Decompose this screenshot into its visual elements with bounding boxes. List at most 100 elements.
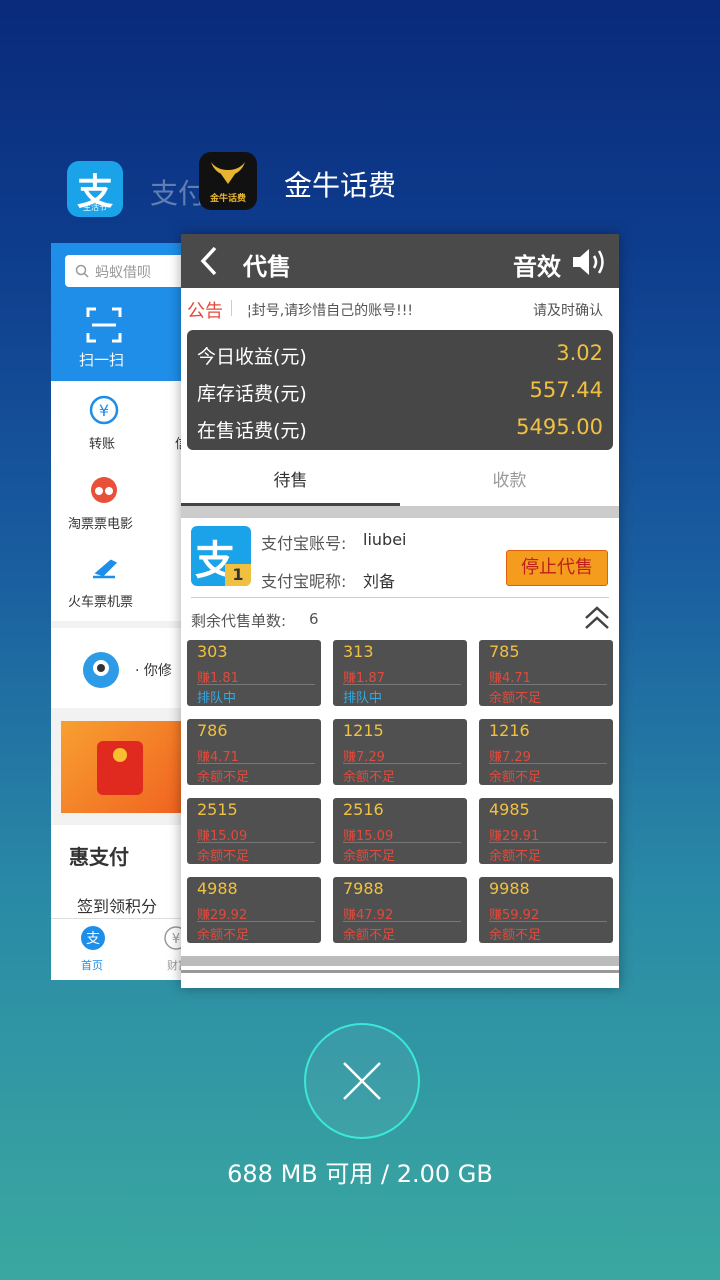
order-cell[interactable]: 303 赚1.81 排队中: [187, 640, 321, 706]
order-cell[interactable]: 2516 赚15.09 余额不足: [333, 798, 467, 864]
mascot-icon: [83, 652, 119, 688]
train-plane-icon[interactable]: [89, 553, 119, 583]
alipay-recent-card[interactable]: 蚂蚁借呗 扫一扫 ¥ 转账 信 淘票票电影 火车票机票 · 你修: [51, 243, 191, 980]
jinniu-app-icon[interactable]: 金牛话费: [199, 152, 257, 210]
alipay-app-icon[interactable]: 支 生活节: [67, 161, 123, 217]
order-amount: 786: [197, 721, 228, 740]
order-status: 余额不足: [197, 770, 250, 785]
alipay-promo-row[interactable]: · 你修: [51, 628, 191, 708]
alipay-search-box[interactable]: 蚂蚁借呗: [65, 255, 191, 287]
order-cell[interactable]: 4988 赚29.92 余额不足: [187, 877, 321, 943]
order-divider: [489, 684, 607, 685]
jinniu-icon-caption: 金牛话费: [209, 194, 246, 204]
stat-today-value: 3.02: [556, 341, 603, 365]
order-amount: 4988: [197, 879, 238, 898]
alipay-header: 蚂蚁借呗 扫一扫: [51, 243, 191, 381]
bottom-bars: [181, 956, 619, 988]
order-cell[interactable]: 2515 赚15.09 余额不足: [187, 798, 321, 864]
tabs: 待售 收款: [181, 458, 619, 506]
stat-today-label: 今日收益(元): [197, 346, 307, 368]
order-cell[interactable]: 785 赚4.71 余额不足: [479, 640, 613, 706]
account-id-label: 支付宝账号:: [261, 534, 347, 553]
jinniu-app-name: 金牛话费: [284, 169, 397, 202]
order-status: 余额不足: [197, 928, 250, 943]
order-amount: 1215: [343, 721, 384, 740]
notice-text: ¦封号,请珍惜自己的账号!!!: [247, 303, 414, 319]
page-title: 代售: [243, 253, 291, 281]
account-divider: [191, 597, 609, 598]
order-divider: [197, 684, 315, 685]
grid-label-train: 火车票机票: [68, 595, 134, 610]
order-amount: 303: [197, 642, 228, 661]
order-divider: [489, 921, 607, 922]
back-icon[interactable]: [195, 244, 225, 278]
account-number-badge: 1: [225, 564, 251, 586]
home-tab-icon[interactable]: 支: [80, 925, 106, 951]
remaining-orders-label: 剩余代售单数:: [191, 612, 287, 630]
scan-icon[interactable]: [86, 307, 122, 343]
order-cell[interactable]: 313 赚1.87 排队中: [333, 640, 467, 706]
stat-stock-label: 库存话费(元): [197, 383, 307, 405]
order-amount: 2515: [197, 800, 238, 819]
alipay-app-name: 支付: [150, 177, 207, 210]
order-amount: 4985: [489, 800, 530, 819]
red-packet-banner[interactable]: [61, 721, 191, 813]
notice-right-text: 请及时确认: [533, 303, 603, 319]
svg-text:¥: ¥: [99, 401, 109, 420]
order-status: 余额不足: [489, 770, 542, 785]
order-cell[interactable]: 1215 赚7.29 余额不足: [333, 719, 467, 785]
order-amount: 9988: [489, 879, 530, 898]
alipay-search-placeholder: 蚂蚁借呗: [95, 265, 151, 281]
alipay-account-icon: 支 1: [191, 526, 251, 586]
alipay-icon-caption: 生活节: [83, 203, 107, 212]
tab-pending[interactable]: 待售: [181, 458, 400, 504]
order-status: 排队中: [197, 691, 237, 706]
order-cell[interactable]: 9988 赚59.92 余额不足: [479, 877, 613, 943]
stat-onsale-label: 在售话费(元): [197, 420, 307, 442]
account-nick-label: 支付宝昵称:: [261, 572, 347, 591]
stat-stock-value: 557.44: [529, 378, 603, 402]
order-amount: 2516: [343, 800, 384, 819]
bull-icon: [211, 162, 245, 184]
svg-text:¥: ¥: [172, 932, 180, 947]
movie-glasses-icon[interactable]: [89, 475, 119, 505]
transfer-icon[interactable]: ¥: [89, 395, 119, 425]
order-amount: 7988: [343, 879, 384, 898]
sound-toggle-label[interactable]: 音效: [513, 247, 561, 282]
remaining-orders-count: 6: [309, 610, 319, 628]
jinniu-recent-card[interactable]: 代售 音效 公告 ¦封号,请珍惜自己的账号!!! 请及时确认 今日收益(元) 3…: [181, 234, 619, 988]
order-cell[interactable]: 786 赚4.71 余额不足: [187, 719, 321, 785]
alipay-tabbar: 支 首页 ¥ 财富: [51, 918, 191, 980]
order-cell[interactable]: 1216 赚7.29 余额不足: [479, 719, 613, 785]
stat-onsale-value: 5495.00: [516, 415, 603, 439]
tab-home-label[interactable]: 首页: [81, 957, 103, 973]
notice-bar: 公告 ¦封号,请珍惜自己的账号!!! 请及时确认: [181, 288, 619, 326]
account-panel: 支 1 支付宝账号: liubei 支付宝昵称: 刘备 停止代售 剩余代售单数:…: [181, 518, 619, 638]
stats-panel: 今日收益(元) 3.02 库存话费(元) 557.44 在售话费(元) 5495…: [187, 330, 613, 450]
search-icon: [75, 264, 89, 278]
order-cell[interactable]: 4985 赚29.91 余额不足: [479, 798, 613, 864]
order-amount: 313: [343, 642, 374, 661]
red-packet-icon: [97, 741, 143, 795]
stop-selling-button[interactable]: 停止代售: [506, 550, 608, 586]
order-divider: [489, 763, 607, 764]
order-divider: [343, 921, 461, 922]
notice-divider: [231, 300, 232, 316]
double-chevron-up-icon[interactable]: [583, 604, 611, 632]
scan-label: 扫一扫: [79, 351, 125, 369]
order-cell[interactable]: 7988 赚47.92 余额不足: [333, 877, 467, 943]
order-status: 余额不足: [489, 928, 542, 943]
order-status: 余额不足: [343, 770, 396, 785]
speaker-icon[interactable]: [571, 246, 609, 278]
order-status: 排队中: [343, 691, 383, 706]
order-status: 余额不足: [343, 849, 396, 864]
close-icon: [343, 1062, 381, 1100]
section-divider: [181, 506, 619, 518]
tab-collect[interactable]: 收款: [400, 458, 619, 504]
order-divider: [489, 842, 607, 843]
close-all-button[interactable]: [304, 1023, 420, 1139]
order-divider: [343, 842, 461, 843]
order-divider: [343, 684, 461, 685]
notice-tag: 公告: [187, 301, 223, 322]
order-amount: 785: [489, 642, 520, 661]
